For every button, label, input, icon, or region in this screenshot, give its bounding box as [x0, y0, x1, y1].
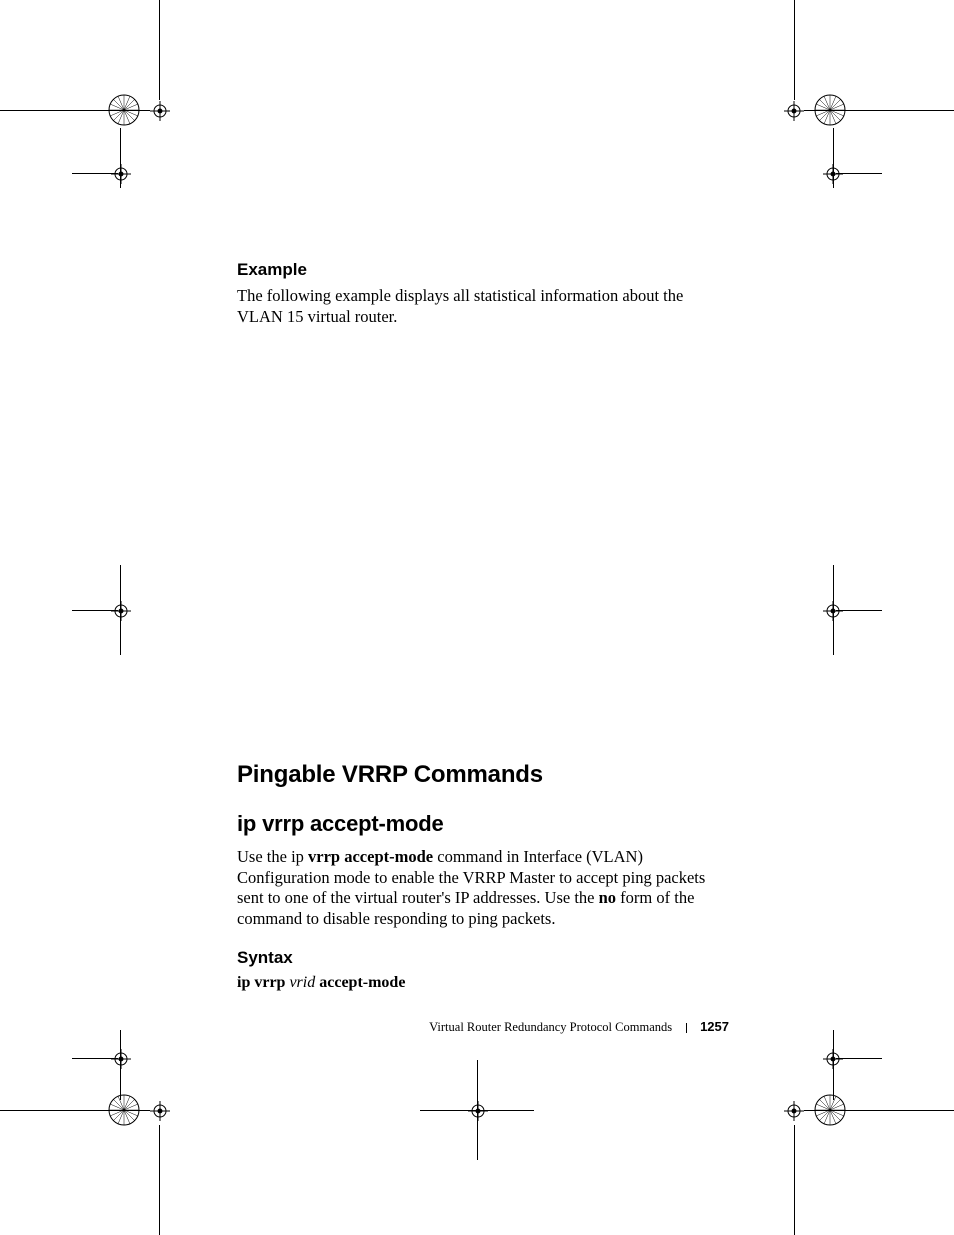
- accept-mode-description: Use the ip vrrp accept-mode command in I…: [237, 847, 727, 930]
- syntax-part1: ip vrrp: [237, 974, 289, 991]
- crop-line: [794, 0, 795, 100]
- footer-page-number: 1257: [700, 1019, 729, 1034]
- example-paragraph: The following example displays all stati…: [237, 286, 717, 327]
- footer-chapter: Virtual Router Redundancy Protocol Comma…: [429, 1020, 672, 1034]
- crosshair-icon: [784, 1101, 804, 1121]
- crosshair-icon: [150, 101, 170, 121]
- desc-text: Use the ip: [237, 847, 308, 866]
- syntax-line: ip vrrp vrid accept-mode: [237, 974, 727, 992]
- accept-mode-heading: ip vrrp accept-mode: [237, 811, 727, 837]
- register-mark-icon: [108, 94, 140, 126]
- register-mark-icon: [108, 1094, 140, 1126]
- crosshair-icon: [468, 1101, 488, 1121]
- crosshair-icon: [823, 601, 843, 621]
- syntax-heading: Syntax: [237, 948, 727, 968]
- page-footer: Virtual Router Redundancy Protocol Comma…: [429, 1019, 729, 1035]
- crosshair-icon: [111, 1049, 131, 1069]
- crosshair-icon: [111, 601, 131, 621]
- crosshair-icon: [823, 1049, 843, 1069]
- crop-line: [159, 1125, 160, 1235]
- register-mark-icon: [814, 1094, 846, 1126]
- syntax-part2: accept-mode: [315, 974, 405, 991]
- syntax-vrid: vrid: [289, 974, 315, 991]
- desc-no-bold: no: [599, 888, 616, 907]
- footer-separator: [686, 1023, 687, 1033]
- crop-line: [159, 0, 160, 100]
- pingable-heading: Pingable VRRP Commands: [237, 761, 727, 789]
- crosshair-icon: [111, 164, 131, 184]
- crosshair-icon: [784, 101, 804, 121]
- register-mark-icon: [814, 94, 846, 126]
- crop-line: [794, 1125, 795, 1235]
- desc-cmd-bold: vrrp accept-mode: [308, 847, 433, 866]
- crosshair-icon: [150, 1101, 170, 1121]
- example-heading: Example: [237, 260, 717, 280]
- crosshair-icon: [823, 164, 843, 184]
